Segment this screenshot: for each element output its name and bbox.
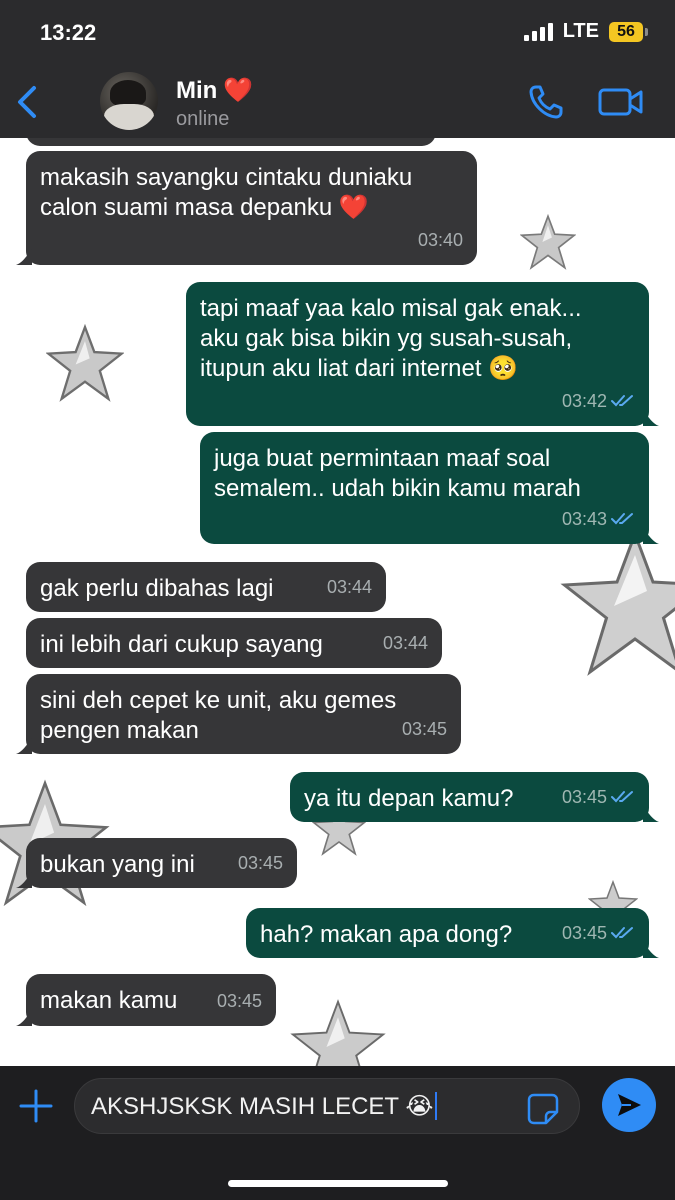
message-meta: 03:45 [562, 782, 635, 812]
message-time: 03:43 [561, 509, 607, 529]
video-camera-icon[interactable] [598, 86, 644, 118]
message-text: ya itu depan kamu? [304, 785, 514, 812]
message-time: 03:45 [561, 923, 607, 943]
message-bubble-outgoing[interactable]: ya itu depan kamu? 03:45 [290, 772, 659, 822]
signal-icon [523, 22, 553, 41]
message-text: hah? makan apa dong? [260, 921, 513, 948]
message-bubble-outgoing[interactable]: tapi maaf yaa kalo misal gak enak... aku… [186, 282, 659, 426]
contact-status: online [176, 108, 230, 130]
avatar[interactable] [100, 72, 158, 130]
double-check-icon [611, 513, 633, 525]
home-indicator[interactable] [228, 1180, 448, 1187]
text-caret [435, 1092, 438, 1120]
message-time: 03:45 [216, 991, 262, 1011]
message-bubble-partial [26, 138, 436, 146]
message-text: juga buat permintaan maaf soal semalem..… [214, 445, 581, 502]
message-time: 03:40 [417, 230, 463, 250]
message-text: tapi maaf yaa kalo misal gak enak... aku… [200, 295, 582, 382]
message-time: 03:44 [382, 633, 428, 653]
network-type: LTE [562, 20, 599, 42]
message-text: makan kamu [40, 987, 178, 1014]
status-time: 13:22 [40, 20, 97, 45]
message-time: 03:45 [237, 853, 283, 873]
phone-icon[interactable] [528, 84, 564, 120]
message-bubble-incoming[interactable]: gak perlu dibahas lagi 03:44 [26, 562, 386, 612]
message-text: makasih sayangku cintaku duniaku calon s… [40, 164, 413, 221]
composer-bar: AKSHJSKSK MASIH LECET 😭 [0, 1066, 675, 1200]
message-bubble-outgoing[interactable]: hah? makan apa dong? 03:45 [246, 908, 659, 958]
star-sticker-icon [520, 214, 576, 270]
heart-emoji: ❤️ [223, 77, 254, 104]
status-indicators: LTE 56 [523, 20, 648, 43]
message-meta: 03:43 [562, 504, 635, 534]
bubble-tail [643, 942, 659, 958]
plus-icon[interactable] [18, 1088, 54, 1124]
star-sticker-icon [46, 324, 124, 402]
send-button[interactable] [602, 1078, 656, 1132]
message-bubble-incoming[interactable]: ini lebih dari cukup sayang 03:44 [26, 618, 442, 668]
bubble-tail [16, 249, 32, 265]
bubble-tail [16, 738, 32, 754]
contact-name[interactable]: Min ❤️ [176, 76, 253, 105]
message-bubble-incoming[interactable]: sini deh cepet ke unit, aku gemes pengen… [16, 674, 461, 754]
chevron-left-icon[interactable] [12, 82, 42, 122]
double-check-icon [611, 791, 633, 803]
message-time: 03:44 [326, 577, 372, 597]
message-time: 03:45 [561, 787, 607, 807]
star-sticker-icon [290, 999, 386, 1066]
message-meta: 03:40 [418, 225, 463, 255]
message-bubble-incoming[interactable]: bukan yang ini 03:45 [16, 838, 297, 888]
message-input-value: AKSHJSKSK MASIH LECET 😭 [91, 1092, 434, 1120]
message-text: bukan yang ini [40, 851, 195, 878]
message-bubble-incoming[interactable]: makasih sayangku cintaku duniaku calon s… [16, 151, 477, 265]
message-time: 03:45 [401, 719, 447, 739]
chat-area[interactable]: makasih sayangku cintaku duniaku calon s… [0, 138, 675, 1066]
message-bubble-incoming[interactable]: makan kamu 03:45 [16, 974, 276, 1026]
chat-header: 13:22 LTE 56 Min ❤️ online [0, 0, 675, 138]
star-sticker-icon [560, 529, 675, 676]
message-text: ini lebih dari cukup sayang [40, 631, 323, 658]
contact-name-text: Min [176, 76, 218, 104]
send-arrow-icon [618, 1094, 641, 1116]
message-meta: 03:44 [327, 572, 372, 602]
message-time: 03:42 [561, 391, 607, 411]
message-meta: 03:42 [562, 386, 635, 416]
message-meta: 03:44 [383, 628, 428, 658]
bubble-tail [643, 806, 659, 822]
battery-level: 56 [609, 21, 648, 42]
message-input[interactable]: AKSHJSKSK MASIH LECET 😭 [74, 1078, 580, 1134]
bubble-tail [16, 872, 32, 888]
sticker-icon[interactable] [526, 1092, 560, 1126]
message-meta: 03:45 [562, 918, 635, 948]
message-meta: 03:45 [402, 714, 447, 744]
bubble-tail [16, 1010, 32, 1026]
message-meta: 03:45 [238, 848, 283, 878]
message-text: gak perlu dibahas lagi [40, 575, 274, 602]
double-check-icon [611, 395, 633, 407]
message-meta: 03:45 [217, 986, 262, 1016]
bubble-tail [643, 528, 659, 544]
message-text: sini deh cepet ke unit, aku gemes pengen… [40, 687, 397, 744]
message-bubble-outgoing[interactable]: juga buat permintaan maaf soal semalem..… [200, 432, 659, 544]
bubble-tail [643, 410, 659, 426]
double-check-icon [611, 927, 633, 939]
